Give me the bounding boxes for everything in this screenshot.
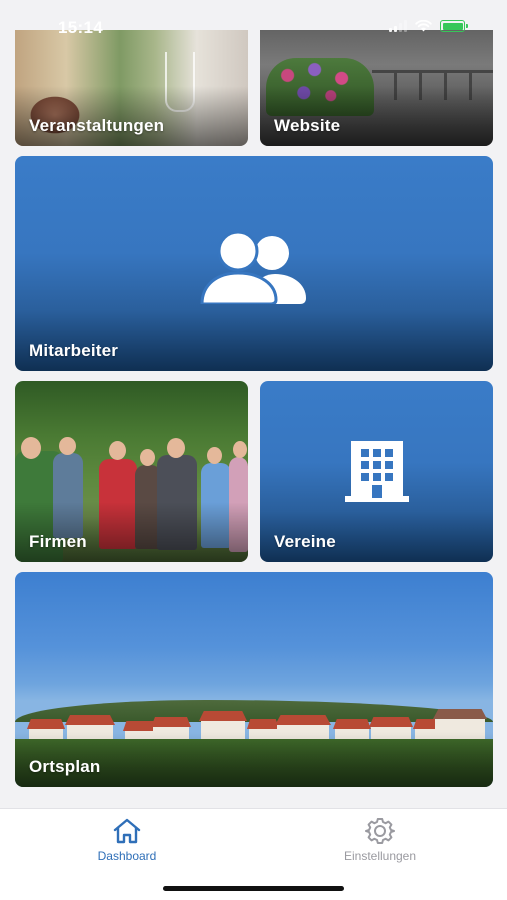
tile-firmen[interactable]: Firmen: [15, 381, 248, 562]
tile-label-website: Website: [274, 116, 341, 135]
tile-label-ortsplan: Ortsplan: [29, 757, 101, 776]
tab-label-einstellungen: Einstellungen: [343, 849, 417, 863]
home-icon: [113, 818, 141, 844]
battery-icon: [440, 20, 468, 32]
gear-icon: [365, 818, 395, 844]
status-icons: [389, 20, 468, 32]
tile-ortsplan[interactable]: Ortsplan: [15, 572, 493, 787]
tile-label-vereine: Vereine: [274, 532, 336, 551]
status-time: 15:14: [58, 18, 103, 37]
home-indicator[interactable]: [163, 886, 344, 891]
tile-label-firmen: Firmen: [29, 532, 87, 551]
tile-vereine[interactable]: Vereine: [260, 381, 493, 562]
users-icon: [200, 230, 308, 309]
tab-dashboard[interactable]: Dashboard: [57, 817, 197, 863]
tab-einstellungen[interactable]: Einstellungen: [310, 817, 450, 863]
wifi-icon: [415, 20, 432, 32]
tab-bar: Dashboard Einstellungen: [0, 808, 507, 900]
tile-label-mitarbeiter: Mitarbeiter: [29, 341, 119, 360]
tab-label-dashboard: Dashboard: [97, 849, 157, 863]
cellular-signal-icon: [389, 20, 407, 32]
tile-mitarbeiter[interactable]: Mitarbeiter: [15, 156, 493, 371]
tile-label-veranstaltungen: Veranstaltungen: [29, 116, 165, 135]
status-bar: 15:14: [0, 0, 507, 50]
building-icon: [344, 441, 409, 508]
